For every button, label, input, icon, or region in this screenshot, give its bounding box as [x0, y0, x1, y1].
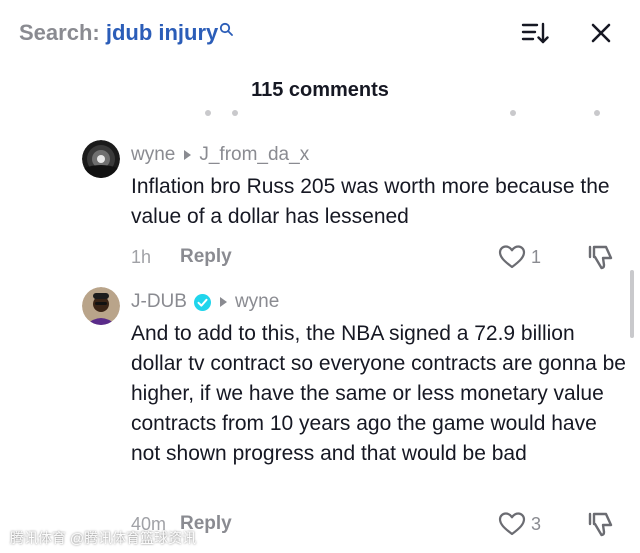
comment-text: And to add to this, the NBA signed a 72.… [131, 322, 626, 465]
search-query[interactable]: jdub injury [106, 20, 218, 45]
comment-time: 1h [131, 247, 152, 267]
previous-comment-fade [0, 110, 640, 124]
comment-meta: J-DUB wyne [131, 291, 279, 313]
search-icon[interactable] [219, 22, 233, 36]
close-icon[interactable] [589, 21, 613, 45]
thumbs-down-icon[interactable] [586, 510, 614, 538]
sort-icon[interactable] [521, 21, 549, 45]
comment-meta: wyne J_from_da_x [131, 144, 309, 166]
comments-count: 115 comments [251, 79, 389, 101]
search-bar[interactable]: Search: jdub injury [19, 20, 218, 46]
comment-text: Inflation bro Russ 205 was worth more be… [131, 175, 610, 228]
heart-icon[interactable] [498, 511, 526, 537]
reply-arrow-icon [219, 297, 227, 307]
like-count: 3 [531, 514, 542, 534]
like-count: 1 [531, 247, 542, 267]
heart-icon[interactable] [498, 244, 526, 270]
avatar[interactable] [82, 140, 120, 178]
thumbs-down-icon[interactable] [586, 243, 614, 271]
verified-badge-icon [193, 293, 211, 311]
watermark: 腾讯体育 @腾讯体育篮球资讯 [10, 530, 197, 546]
reply-to-name[interactable]: wyne [235, 291, 279, 313]
reply-arrow-icon [184, 150, 192, 160]
avatar[interactable] [82, 287, 120, 325]
author-name[interactable]: J-DUB [131, 291, 187, 313]
search-prefix: Search: [19, 20, 100, 45]
reply-to-name[interactable]: J_from_da_x [199, 144, 309, 166]
scrollbar[interactable] [630, 270, 634, 338]
top-bar: Search: jdub injury [0, 0, 640, 66]
author-name[interactable]: wyne [131, 144, 175, 166]
reply-button[interactable]: Reply [180, 246, 232, 268]
